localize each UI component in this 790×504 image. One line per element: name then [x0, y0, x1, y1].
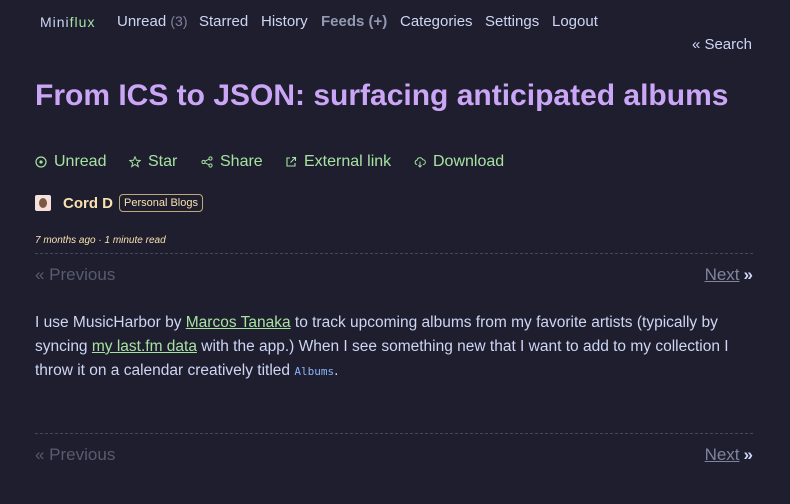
nav-feeds[interactable]: Feeds (+)	[321, 13, 387, 30]
logo-text-flux: flux	[69, 14, 96, 30]
nav-unread[interactable]: Unread (3)	[117, 13, 188, 30]
star-icon	[129, 156, 141, 168]
next-arrow: »	[743, 445, 753, 464]
nav-history[interactable]: History	[261, 13, 308, 30]
logo[interactable]: Miniflux	[40, 14, 95, 30]
search-link[interactable]: « Search	[692, 36, 752, 53]
header-nav: Miniflux Unread (3) Starred History Feed…	[40, 13, 790, 33]
share-label: Share	[220, 153, 263, 170]
next-arrow: »	[743, 265, 753, 284]
divider	[35, 253, 753, 254]
mark-unread-button[interactable]: Unread	[35, 153, 106, 171]
cloud-download-icon	[414, 157, 426, 168]
previous-link-top[interactable]: « Previous	[35, 265, 115, 285]
nav-logout[interactable]: Logout	[552, 13, 598, 30]
logo-text-mini: Mini	[40, 14, 70, 30]
next-label: Next	[704, 265, 740, 284]
content-text: I use MusicHarbor by	[35, 314, 186, 331]
external-link-button[interactable]: External link	[285, 153, 391, 171]
content-link-lastfm[interactable]: my last.fm data	[92, 338, 197, 355]
content-code: Albums	[294, 365, 335, 378]
entry-author-row: Cord D Personal Blogs	[35, 194, 203, 212]
category-badge[interactable]: Personal Blogs	[119, 194, 203, 212]
external-link-label: External link	[304, 153, 392, 170]
share-icon	[201, 156, 213, 168]
divider	[35, 433, 753, 434]
nav-unread-label: Unread	[117, 13, 167, 30]
entry-meta: 7 months ago · 1 minute read	[35, 235, 166, 246]
next-label: Next	[704, 445, 740, 464]
next-link-bottom[interactable]: Next»	[705, 445, 753, 465]
nav-categories[interactable]: Categories	[400, 13, 473, 30]
next-link-top[interactable]: Next»	[705, 265, 753, 285]
nav-starred[interactable]: Starred	[199, 13, 248, 30]
mark-unread-label: Unread	[54, 153, 107, 170]
share-button[interactable]: Share	[201, 153, 263, 171]
previous-link-bottom[interactable]: « Previous	[35, 445, 115, 465]
star-button[interactable]: Star	[129, 153, 177, 171]
entry-title[interactable]: From ICS to JSON: surfacing anticipated …	[35, 79, 728, 113]
unread-count: (3)	[170, 13, 188, 29]
circle-dot-icon	[35, 156, 47, 168]
download-label: Download	[433, 153, 505, 170]
content-link-marcos[interactable]: Marcos Tanaka	[186, 314, 291, 331]
avatar	[35, 195, 51, 211]
content-text: .	[334, 362, 339, 379]
nav-settings[interactable]: Settings	[485, 13, 539, 30]
entry-content: I use MusicHarbor by Marcos Tanaka to tr…	[35, 311, 755, 384]
download-button[interactable]: Download	[414, 153, 504, 171]
external-link-icon	[286, 156, 297, 167]
author-name: Cord D	[63, 194, 113, 212]
star-label: Star	[148, 153, 178, 170]
